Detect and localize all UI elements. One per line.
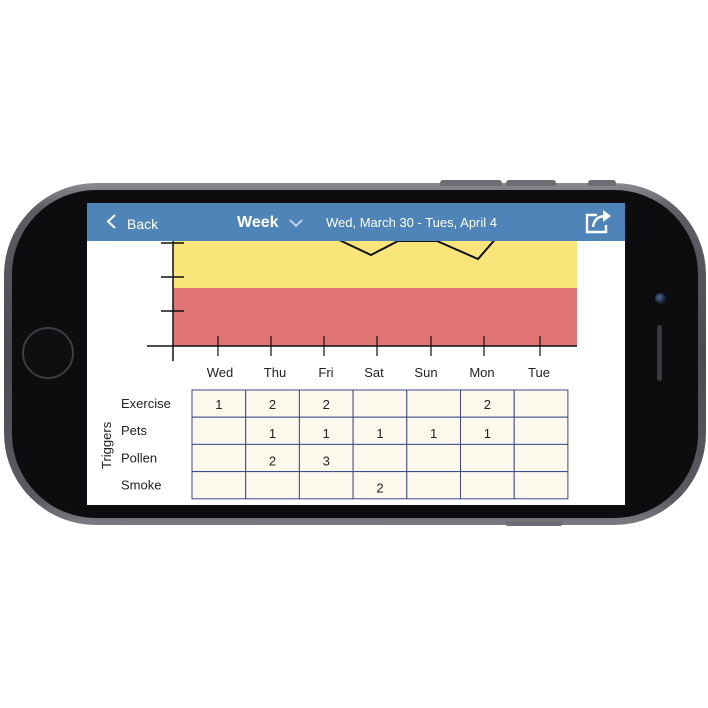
- camera-icon: [655, 293, 666, 304]
- trigger-cell[interactable]: [460, 443, 515, 473]
- back-chevron-icon[interactable]: [104, 214, 119, 229]
- trigger-count: 1: [323, 426, 330, 441]
- trigger-count: 1: [269, 426, 276, 441]
- triggers-axis-label: Triggers: [99, 421, 114, 469]
- mute-switch: [588, 180, 616, 186]
- trigger-count: 2: [269, 397, 276, 412]
- period-selector[interactable]: Week: [237, 214, 279, 232]
- trigger-cell[interactable]: [191, 443, 247, 473]
- trigger-name: Pets: [121, 423, 148, 438]
- trigger-cell[interactable]: [513, 389, 569, 418]
- date-range-label: Wed, March 30 - Tues, April 4: [326, 215, 497, 230]
- week-chart: Wed Thu Fri Sat Sun Mon Tue Triggers Exercise P…: [99, 233, 577, 500]
- day-label: Fri: [318, 365, 333, 380]
- trigger-cell[interactable]: [513, 416, 569, 445]
- trigger-cell[interactable]: [298, 471, 354, 500]
- volume-button: [506, 180, 556, 186]
- day-label: Sun: [414, 365, 437, 380]
- trigger-name: Exercise: [121, 396, 171, 411]
- trigger-cell[interactable]: [406, 471, 461, 500]
- speaker-grille: [657, 325, 662, 381]
- back-button[interactable]: Back: [127, 216, 158, 232]
- trigger-count: 2: [376, 481, 383, 496]
- trigger-cell[interactable]: [352, 443, 408, 473]
- day-label: Mon: [469, 365, 494, 380]
- home-button[interactable]: [22, 327, 74, 379]
- volume-button: [440, 180, 502, 186]
- trigger-cell[interactable]: [245, 471, 300, 500]
- trigger-count: 2: [323, 397, 330, 412]
- trigger-cell[interactable]: [352, 389, 408, 418]
- share-icon[interactable]: [581, 208, 613, 236]
- yellow-zone: [173, 233, 577, 288]
- trigger-cell[interactable]: [513, 443, 569, 473]
- trigger-count: 1: [430, 426, 437, 441]
- dropdown-chevron-icon[interactable]: [288, 218, 304, 228]
- trigger-count: 2: [484, 397, 491, 412]
- trigger-cell[interactable]: [406, 443, 461, 473]
- day-label: Wed: [207, 365, 234, 380]
- trigger-name: Smoke: [121, 478, 161, 493]
- day-label: Thu: [264, 365, 286, 380]
- trigger-count: 2: [269, 453, 276, 468]
- navigation-bar: Back Week Wed, March 30 - Tues, April 4: [87, 203, 625, 241]
- trigger-cell[interactable]: [191, 471, 247, 500]
- trigger-count: 1: [376, 426, 383, 441]
- app-screen: Wed Thu Fri Sat Sun Mon Tue Triggers Exercise P…: [87, 203, 625, 505]
- trigger-cell[interactable]: [460, 471, 515, 500]
- trigger-cell[interactable]: [513, 471, 569, 500]
- day-label: Tue: [528, 365, 550, 380]
- trigger-count: 1: [215, 397, 222, 412]
- red-zone: [173, 288, 577, 346]
- trigger-cell[interactable]: [406, 389, 461, 418]
- trigger-name: Pollen: [121, 450, 157, 465]
- power-button: [505, 521, 563, 526]
- trigger-count: 3: [323, 453, 330, 468]
- day-label: Sat: [364, 365, 384, 380]
- trigger-cell[interactable]: [191, 416, 247, 445]
- trigger-count: 1: [484, 426, 491, 441]
